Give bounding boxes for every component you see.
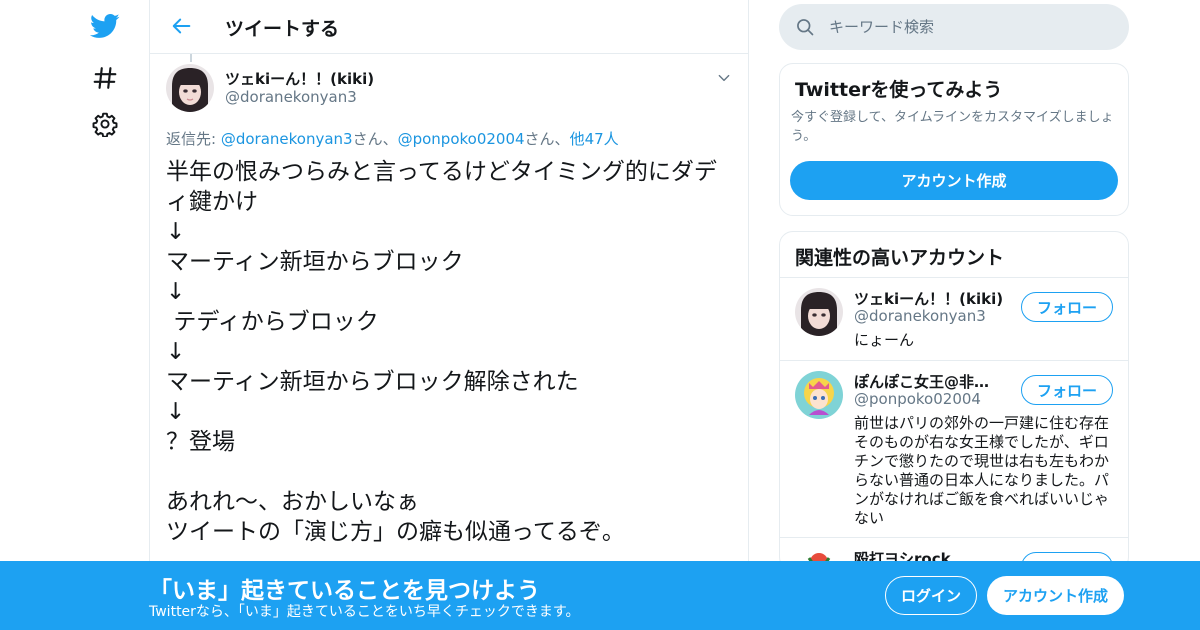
reply-prefix: 返信先: xyxy=(166,130,221,148)
author-name[interactable]: ツェkiーん！！(kiki) xyxy=(225,68,374,89)
search-input[interactable] xyxy=(829,4,1109,50)
main-column: ツイートする ツェkiーん！！(kiki) @doranekonyan3 返信先… xyxy=(149,0,749,630)
main-header: ツイートする xyxy=(150,0,748,54)
chevron-down-icon xyxy=(718,74,730,82)
signup-card: Twitterを使ってみよう 今すぐ登録して、タイムラインをカスタマイズしましょ… xyxy=(779,63,1129,216)
tweet-text: 半年の恨みつらみと言ってるけどタイミング的にダディ鍵かけ ↓ マーティン新垣から… xyxy=(166,159,717,545)
account-name[interactable]: ぽんぽこ女王@非生産的な生き物 xyxy=(854,371,1004,392)
account-bio: にょーん xyxy=(854,331,915,349)
reply-user-link[interactable]: @doranekonyan3 xyxy=(221,130,353,148)
account-avatar[interactable] xyxy=(795,288,843,336)
arrow-left-icon xyxy=(172,18,191,34)
related-accounts-title: 関連性の高いアカウント xyxy=(795,247,1005,269)
left-nav xyxy=(80,0,130,630)
hashtag-icon xyxy=(93,67,117,89)
back-button[interactable] xyxy=(168,12,196,40)
signup-banner: 「いま」起きていることを見つけよう Twitterなら、「いま」起きていることを… xyxy=(0,561,1200,630)
account-handle: @doranekonyan3 xyxy=(854,307,986,325)
search-icon xyxy=(797,19,814,36)
create-account-button[interactable]: アカウント作成 xyxy=(790,161,1118,200)
signup-card-title: Twitterを使ってみよう xyxy=(795,79,1003,101)
avatar-photo-icon xyxy=(795,288,843,336)
related-account[interactable]: ツェkiーん！！(kiki) @doranekonyan3 にょーん フォロー xyxy=(780,278,1128,361)
related-accounts-header: 関連性の高いアカウント xyxy=(780,232,1128,278)
account-handle: @ponpoko02004 xyxy=(854,390,981,408)
related-account[interactable]: ぽんぽこ女王@非生産的な生き物 @ponpoko02004 前世はパリの郊外の一… xyxy=(780,361,1128,538)
account-avatar[interactable] xyxy=(795,371,843,419)
twitter-bird-icon xyxy=(90,14,120,38)
reply-separator: さん、 xyxy=(352,130,398,148)
follow-button[interactable]: フォロー xyxy=(1021,375,1113,405)
related-accounts-card: 関連性の高いアカウント ツェkiーん！！(kiki) @doranekonyan… xyxy=(779,231,1129,571)
settings-link[interactable] xyxy=(88,107,122,141)
account-bio: 前世はパリの郊外の一戸建に住む存在そのものが右な女王様でしたが、ギロチンで懲りた… xyxy=(854,414,1110,527)
banner-subtitle: Twitterなら、「いま」起きていることをいち早くチェックできます。 xyxy=(149,604,580,620)
search-bar xyxy=(779,4,1129,50)
banner-create-account-button[interactable]: アカウント作成 xyxy=(987,576,1124,615)
reply-to-line: 返信先: @doranekonyan3さん、@ponpoko02004さん、他4… xyxy=(166,128,619,149)
reply-others-link[interactable]: 他47人 xyxy=(570,130,619,148)
avatar-photo-icon xyxy=(166,64,214,112)
reply-user-link[interactable]: @ponpoko02004 xyxy=(398,130,525,148)
author-avatar[interactable] xyxy=(166,64,214,112)
avatar-illustration-icon xyxy=(795,371,843,419)
signup-card-description: 今すぐ登録して、タイムラインをカスタマイズしましょう。 xyxy=(791,110,1114,144)
follow-button[interactable]: フォロー xyxy=(1021,292,1113,322)
author-handle[interactable]: @doranekonyan3 xyxy=(225,88,357,106)
reply-separator: さん、 xyxy=(524,130,570,148)
account-name[interactable]: ツェkiーん！！(kiki) xyxy=(854,288,1004,309)
page-root: ツイートする ツェkiーん！！(kiki) @doranekonyan3 返信先… xyxy=(0,0,1200,630)
explore-link[interactable] xyxy=(88,61,122,95)
thread-connector-line xyxy=(190,54,192,62)
login-button[interactable]: ログイン xyxy=(885,576,977,615)
page-title: ツイートする xyxy=(225,18,340,40)
banner-title: 「いま」起きていることを見つけよう xyxy=(149,578,540,604)
tweet-menu-button[interactable] xyxy=(714,68,734,88)
gear-icon xyxy=(92,112,118,137)
twitter-logo-link[interactable] xyxy=(88,9,122,43)
